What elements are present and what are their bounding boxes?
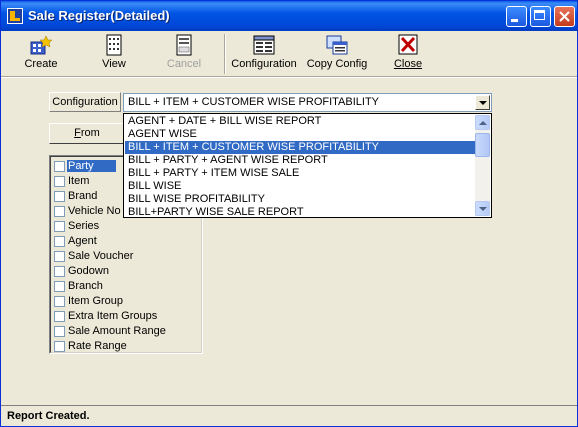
minimize-button[interactable] — [506, 6, 527, 27]
filter-item-sale-amount-range[interactable]: Sale Amount Range — [53, 324, 201, 339]
from-label: rom — [80, 127, 100, 139]
scroll-up-icon[interactable] — [475, 115, 490, 130]
checkbox[interactable] — [54, 161, 65, 172]
create-label: Create — [24, 58, 58, 70]
view-label: View — [102, 58, 126, 70]
copy-config-button[interactable]: Copy Config — [304, 34, 370, 70]
view-icon — [106, 34, 122, 56]
close-label: Close — [393, 58, 423, 70]
status-bar: Report Created. — [1, 405, 577, 426]
from-button[interactable]: From — [49, 123, 125, 144]
dropdown-scrollbar[interactable] — [475, 115, 490, 216]
checkbox[interactable] — [54, 266, 65, 277]
configuration-dropdown-list[interactable]: AGENT + DATE + BILL WISE REPORT AGENT WI… — [123, 113, 492, 218]
checkbox[interactable] — [54, 326, 65, 337]
checkbox[interactable] — [54, 221, 65, 232]
checkbox[interactable] — [54, 281, 65, 292]
dropdown-option-selected[interactable]: BILL + ITEM + CUSTOMER WISE PROFITABILIT… — [125, 141, 475, 154]
view-button[interactable]: View — [94, 34, 134, 70]
window-close-button[interactable] — [554, 6, 575, 27]
cancel-icon — [176, 34, 192, 56]
sale-register-window: Sale Register(Detailed) Create View Canc… — [0, 0, 578, 427]
maximize-button[interactable] — [530, 6, 551, 27]
close-icon — [398, 34, 418, 55]
checkbox[interactable] — [54, 176, 65, 187]
dropdown-option[interactable]: AGENT + DATE + BILL WISE REPORT — [125, 115, 475, 128]
status-text: Report Created. — [7, 410, 90, 422]
toolbar-separator — [224, 34, 226, 74]
toolbar: Create View Cancel Configuration Copy Co… — [1, 31, 577, 76]
dropdown-option[interactable]: BILL+PARTY WISE SALE REPORT — [125, 206, 475, 219]
cancel-button[interactable]: Cancel — [164, 34, 204, 70]
filter-item-rate-range[interactable]: Rate Range — [53, 339, 201, 354]
toolbar-divider — [1, 76, 577, 78]
checkbox[interactable] — [54, 296, 65, 307]
filter-item-agent[interactable]: Agent — [53, 234, 201, 249]
checkbox[interactable] — [54, 236, 65, 247]
app-icon — [7, 8, 23, 24]
dropdown-option[interactable]: BILL WISE — [125, 180, 475, 193]
configuration-label: Configuration — [231, 58, 297, 70]
copy-config-label: Copy Config — [306, 58, 368, 70]
checkbox[interactable] — [54, 206, 65, 217]
configuration-combobox[interactable]: BILL + ITEM + CUSTOMER WISE PROFITABILIT… — [123, 93, 492, 112]
checkbox[interactable] — [54, 251, 65, 262]
window-close-icon — [559, 11, 570, 22]
copy-config-icon — [326, 35, 348, 55]
scroll-down-icon[interactable] — [475, 201, 490, 216]
create-button[interactable]: Create — [21, 34, 61, 70]
dropdown-option[interactable]: BILL WISE PROFITABILITY — [125, 193, 475, 206]
window-title: Sale Register(Detailed) — [28, 8, 170, 23]
create-icon — [30, 35, 53, 55]
cancel-label: Cancel — [166, 58, 202, 70]
filter-item-godown[interactable]: Godown — [53, 264, 201, 279]
dropdown-option[interactable]: BILL + PARTY + ITEM WISE SALE — [125, 167, 475, 180]
configuration-selected-value: BILL + ITEM + CUSTOMER WISE PROFITABILIT… — [128, 96, 380, 108]
dropdown-arrow-icon[interactable] — [475, 95, 490, 110]
configuration-field-label: Configuration — [49, 92, 121, 112]
checkbox[interactable] — [54, 311, 65, 322]
dropdown-option[interactable]: AGENT WISE — [125, 128, 475, 141]
filter-item-branch[interactable]: Branch — [53, 279, 201, 294]
title-bar[interactable]: Sale Register(Detailed) — [1, 1, 577, 31]
filter-item-sale-voucher[interactable]: Sale Voucher — [53, 249, 201, 264]
configuration-icon — [253, 35, 275, 55]
close-button[interactable]: Close — [388, 34, 428, 70]
configuration-button[interactable]: Configuration — [229, 34, 299, 70]
dropdown-option[interactable]: BILL + PARTY + AGENT WISE REPORT — [125, 154, 475, 167]
filter-item-item-group[interactable]: Item Group — [53, 294, 201, 309]
scrollbar-thumb[interactable] — [475, 133, 490, 157]
filter-item-series[interactable]: Series — [53, 219, 201, 234]
filter-item-extra-item-groups[interactable]: Extra Item Groups — [53, 309, 201, 324]
checkbox[interactable] — [54, 341, 65, 352]
checkbox[interactable] — [54, 191, 65, 202]
from-accelerator: F — [74, 127, 81, 139]
